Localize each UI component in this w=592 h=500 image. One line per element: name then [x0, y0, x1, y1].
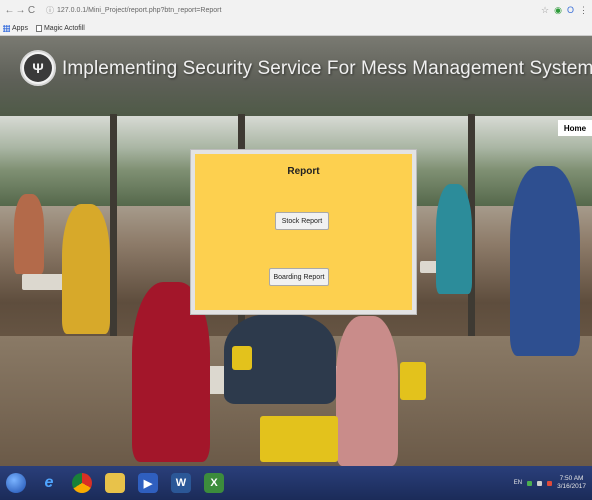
bookmark-star-icon[interactable]: ☆	[541, 5, 549, 16]
file-explorer-icon[interactable]	[105, 473, 125, 493]
background-person	[62, 204, 110, 334]
notification-icon[interactable]	[547, 480, 553, 486]
report-title: Report	[287, 166, 320, 177]
network-icon[interactable]	[527, 480, 533, 486]
boarding-report-button[interactable]: Boarding Report	[269, 268, 329, 286]
volume-icon[interactable]	[537, 480, 543, 486]
system-tray: EN 7:50 AM 3/16/2017	[514, 475, 592, 491]
home-link[interactable]: Home	[558, 120, 592, 136]
bookmark-magic-actofill[interactable]: Magic Actofill	[35, 24, 85, 32]
page-icon	[35, 24, 42, 32]
background-person	[14, 194, 44, 274]
background-chair	[400, 362, 426, 400]
extension-icon[interactable]: O	[567, 5, 574, 16]
taskbar: e ▶ W X EN 7:50 AM 3/16/2017	[0, 466, 592, 500]
chrome-icon[interactable]	[72, 473, 92, 493]
menu-icon[interactable]: ⋮	[579, 5, 588, 16]
address-bar-url: 127.0.0.1/Mini_Project/report.php?btn_re…	[57, 7, 222, 14]
start-button-icon[interactable]	[6, 473, 26, 493]
site-logo: Ψ	[20, 50, 56, 86]
language-indicator[interactable]: EN	[514, 480, 522, 486]
bookmarks-bar: Apps Magic Actofill	[0, 21, 592, 36]
bookmark-label: Apps	[12, 24, 28, 32]
excel-icon[interactable]: X	[204, 473, 224, 493]
clock-date: 3/16/2017	[557, 483, 586, 490]
clock[interactable]: 7:50 AM 3/16/2017	[557, 475, 586, 491]
apps-grid-icon	[3, 24, 10, 32]
background-chair	[232, 346, 252, 370]
address-bar[interactable]: ⓘ 127.0.0.1/Mini_Project/report.php?btn_…	[43, 4, 535, 18]
word-icon[interactable]: W	[171, 473, 191, 493]
forward-icon[interactable]: →	[15, 5, 26, 16]
stock-report-button[interactable]: Stock Report	[275, 212, 329, 230]
browser-toolbar: ← → C ⓘ 127.0.0.1/Mini_Project/report.ph…	[0, 0, 592, 21]
background-chair	[260, 416, 338, 462]
media-player-icon[interactable]: ▶	[138, 473, 158, 493]
extension-icon[interactable]: ◉	[554, 5, 562, 16]
bookmark-label: Magic Actofill	[43, 24, 85, 32]
internet-explorer-icon[interactable]: e	[39, 473, 59, 493]
back-icon[interactable]: ←	[4, 5, 15, 16]
report-panel: Report Stock Report Boarding Report	[191, 150, 416, 314]
fork-knife-icon: Ψ	[24, 54, 52, 82]
background-person	[336, 316, 398, 466]
site-title: Implementing Security Service For Mess M…	[62, 58, 592, 79]
background-person	[510, 166, 580, 356]
clock-time: 7:50 AM	[559, 475, 584, 482]
page-content: Ψ Implementing Security Service For Mess…	[0, 36, 592, 466]
background-pillar	[110, 114, 117, 344]
extension-icons: ☆ ◉ O ⋮	[541, 5, 588, 16]
reload-icon[interactable]: C	[26, 5, 37, 16]
background-person	[436, 184, 472, 294]
info-icon[interactable]: ⓘ	[46, 5, 54, 16]
bookmark-apps[interactable]: Apps	[3, 24, 28, 32]
